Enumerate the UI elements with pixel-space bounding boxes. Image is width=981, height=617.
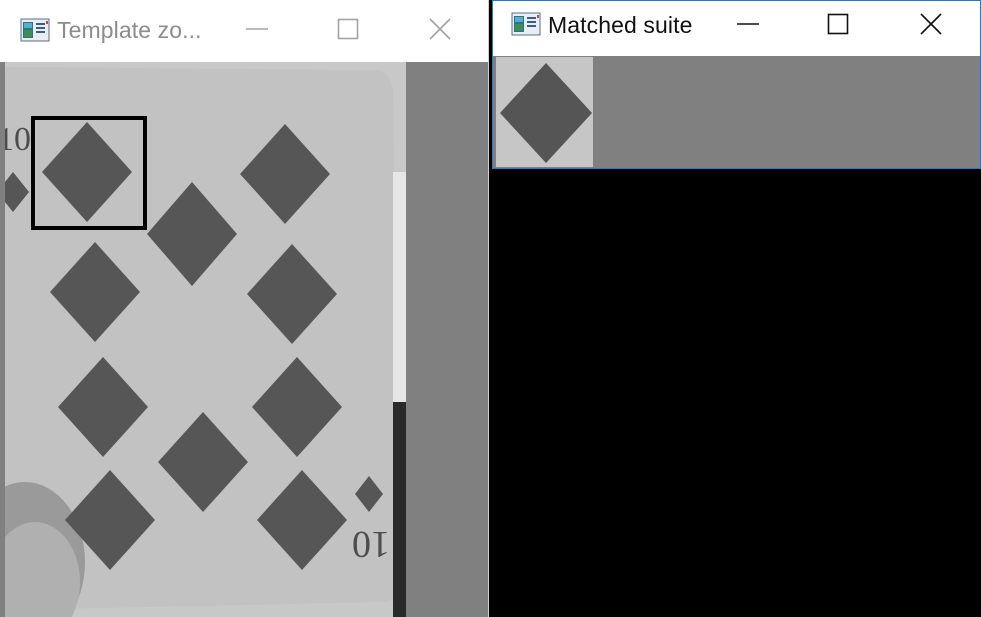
maximize-icon: [827, 13, 849, 35]
minimize-icon: [737, 23, 759, 25]
close-button[interactable]: [901, 3, 961, 45]
matched-window-title: Matched suite: [548, 12, 693, 38]
card-rank-bottom: 10: [352, 523, 390, 565]
app-icon: [20, 18, 50, 42]
close-button[interactable]: [410, 8, 470, 50]
matched-image-canvas: [493, 56, 980, 168]
matched-suit-image: [496, 57, 593, 167]
template-zoom-window[interactable]: Template zo... 10 10: [0, 0, 489, 617]
card-rank-top: 10: [5, 121, 31, 158]
app-icon: [511, 12, 541, 36]
card-image: 10 10: [5, 62, 406, 617]
maximize-icon: [337, 18, 359, 40]
maximize-button[interactable]: [318, 8, 378, 50]
close-icon: [920, 13, 942, 35]
maximize-button[interactable]: [808, 3, 868, 45]
template-image-canvas: 10 10: [0, 62, 488, 617]
minimize-button[interactable]: [718, 3, 778, 45]
minimize-icon: [246, 28, 268, 30]
matched-window-titlebar[interactable]: Matched suite: [493, 1, 980, 55]
template-window-titlebar[interactable]: Template zo...: [0, 0, 488, 58]
minimize-button[interactable]: [227, 8, 287, 50]
template-window-title: Template zo...: [57, 17, 202, 43]
matched-suite-window[interactable]: Matched suite: [492, 0, 981, 169]
close-icon: [429, 18, 451, 40]
